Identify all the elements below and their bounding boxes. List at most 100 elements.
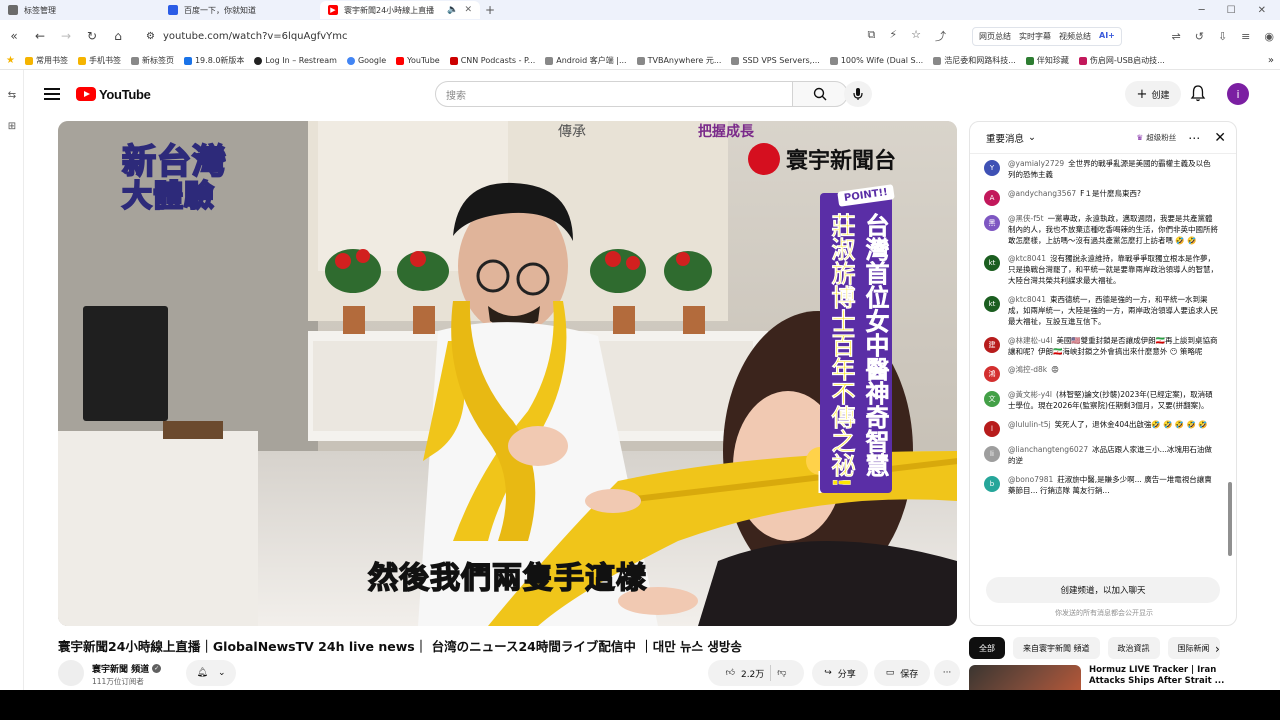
save-button[interactable]: ▭ 保存: [874, 660, 930, 686]
ext-ai-plus[interactable]: AI+: [1099, 31, 1115, 42]
chat-author-avatar[interactable]: Y: [984, 160, 1000, 176]
youtube-logo[interactable]: YouTube: [76, 87, 151, 102]
recommended-thumbnail[interactable]: [969, 665, 1081, 690]
chip-all[interactable]: 全部: [969, 637, 1005, 659]
url-field[interactable]: ⚙ youtube.com/watch?v=6lquAgfvYmc ⧉ ⚡ ☆ …: [136, 25, 956, 47]
chevron-right-icon[interactable]: ›: [1215, 642, 1220, 656]
bookmark-3[interactable]: 19.8.0新版本: [183, 55, 244, 66]
create-channel-to-chat-button[interactable]: 创建频道，以加入聊天: [986, 577, 1220, 603]
profile-icon[interactable]: ◉: [1264, 30, 1274, 43]
account-avatar[interactable]: i: [1227, 83, 1249, 105]
browser-tab-1[interactable]: 百度一下，你就知道: [160, 1, 320, 19]
close-tab-icon[interactable]: ✕: [464, 5, 472, 15]
maximize-icon[interactable]: ☐: [1227, 5, 1236, 16]
bookmark-star-icon[interactable]: ☆: [911, 28, 921, 44]
bookmark-5[interactable]: Google: [346, 56, 386, 65]
bookmark-2[interactable]: 新标签页: [130, 55, 174, 66]
browser-tab-0[interactable]: 标签管理: [0, 1, 160, 19]
bookmark-10[interactable]: SSD VPS Servers,...: [731, 56, 820, 65]
chat-author-avatar[interactable]: 鴻: [984, 366, 1000, 383]
more-actions-button[interactable]: ···: [934, 660, 960, 686]
site-info-icon[interactable]: ⚙: [146, 31, 155, 42]
menu-icon[interactable]: ≡: [1241, 30, 1250, 43]
bookmark-13[interactable]: 伴知珍藏: [1025, 55, 1069, 66]
history-icon[interactable]: ↺: [1195, 30, 1204, 43]
chat-author-name[interactable]: @黑侠-f5t: [1008, 214, 1044, 223]
chat-more-icon[interactable]: ⋯: [1188, 131, 1200, 145]
chat-author-avatar[interactable]: li: [984, 446, 1000, 463]
chat-author-name[interactable]: @黃文彬-y4l: [1008, 390, 1052, 399]
bookmark-8[interactable]: Android 客户端 |...: [545, 55, 627, 66]
home-icon[interactable]: ⌂: [110, 29, 126, 43]
chat-author-name[interactable]: @ktc8041: [1008, 254, 1046, 263]
bookmark-11[interactable]: 100% Wife (Dual S...: [829, 56, 923, 65]
chat-author-name[interactable]: @鴻控-d8k: [1008, 365, 1047, 374]
channel-avatar[interactable]: [58, 660, 84, 686]
dislike-button[interactable]: 👎︎: [777, 668, 786, 678]
ext-video-summary[interactable]: 视频总结: [1059, 31, 1091, 42]
mute-tab-icon[interactable]: 🔈: [447, 5, 458, 15]
create-button[interactable]: + 创建: [1125, 81, 1181, 107]
chat-author-name[interactable]: @林建松-u4l: [1008, 336, 1052, 345]
close-chat-icon[interactable]: ✕: [1214, 130, 1226, 146]
video-player[interactable]: 傳承 把握成長 新台灣 大體驗 寰宇新聞台 POINT!! 台灣首位女中醫神奇智…: [58, 121, 957, 626]
sidebar-collapse-icon[interactable]: «: [6, 29, 22, 43]
extensions-icon[interactable]: ⇌: [1172, 30, 1181, 43]
sidebar-add-icon[interactable]: ⊞: [0, 121, 24, 132]
more-bookmarks-icon[interactable]: »: [1268, 55, 1274, 66]
bookmark-1[interactable]: 手机书签: [77, 55, 121, 66]
sidebar-toggle-icon[interactable]: ⇆: [0, 90, 24, 101]
share-icon[interactable]: ⤴: [935, 28, 946, 44]
chip-international[interactable]: 国际新闻: [1167, 637, 1220, 659]
like-button[interactable]: 👍︎ 2.2万: [726, 667, 765, 680]
voice-search-button[interactable]: [844, 81, 872, 107]
back-icon[interactable]: ←: [32, 29, 48, 43]
chat-author-name[interactable]: @lianchangteng6027: [1008, 445, 1088, 454]
bookmark-4[interactable]: Log In – Restream: [254, 56, 337, 65]
new-tab-button[interactable]: +: [480, 3, 500, 17]
chat-author-name[interactable]: @lululin-t5j: [1008, 420, 1051, 429]
lightning-icon[interactable]: ⚡: [889, 28, 897, 44]
bookmark-12[interactable]: 浩尼委和网路科技...: [933, 55, 1016, 66]
channel-name[interactable]: 寰宇新聞 頻道 ✓: [92, 662, 162, 675]
bookmark-7[interactable]: CNN Podcasts - P...: [449, 56, 535, 65]
minimize-icon[interactable]: ─: [1199, 5, 1205, 16]
chat-mode-dropdown[interactable]: 重要消息 ⌄: [986, 131, 1036, 145]
share-button[interactable]: ↪ 分享: [812, 660, 868, 686]
bookmark-14[interactable]: 伤启网-USB启动技...: [1078, 55, 1165, 66]
downloads-icon[interactable]: ⇩: [1218, 30, 1227, 43]
chip-politics[interactable]: 政治資訊: [1107, 637, 1160, 659]
chat-author-name[interactable]: @bono7981: [1008, 475, 1053, 484]
chat-author-avatar[interactable]: 黑: [984, 214, 1000, 231]
chat-author-name[interactable]: @ktc8041: [1008, 295, 1046, 304]
search-input[interactable]: 搜索: [435, 81, 793, 107]
bookmark-6[interactable]: YouTube: [396, 56, 440, 65]
chat-author-avatar[interactable]: l: [984, 421, 1000, 438]
cast-icon[interactable]: ⧉: [868, 28, 876, 44]
favorites-star-icon[interactable]: ★: [6, 55, 15, 66]
bookmark-0[interactable]: 常用书签: [24, 55, 68, 66]
browser-tab-2[interactable]: ▶ 寰宇新聞24小時線上直播 🔈 ✕: [320, 1, 480, 19]
hamburger-menu-icon[interactable]: [44, 88, 60, 100]
recommended-video[interactable]: Hormuz LIVE Tracker | Iran Attacks Ships…: [969, 665, 1237, 690]
chat-author-avatar[interactable]: 建: [984, 336, 1000, 353]
chat-scrollbar[interactable]: [1228, 482, 1232, 556]
chat-author-name[interactable]: @andychang3567: [1008, 189, 1076, 198]
reload-icon[interactable]: ↻: [84, 29, 100, 43]
super-fan-button[interactable]: ♛ 超级粉丝: [1137, 132, 1177, 143]
chat-author-avatar[interactable]: b: [984, 475, 1000, 492]
recommended-title[interactable]: Hormuz LIVE Tracker | Iran Attacks Ships…: [1089, 665, 1237, 690]
chat-author-avatar[interactable]: A: [984, 189, 1000, 206]
chat-author-avatar[interactable]: 文: [984, 391, 1000, 408]
chat-author-avatar[interactable]: kt: [984, 296, 1000, 312]
forward-icon[interactable]: →: [58, 29, 74, 43]
ext-page-summary[interactable]: 网页总结: [979, 31, 1011, 42]
chat-author-avatar[interactable]: kt: [984, 255, 1000, 272]
bookmark-9[interactable]: TVBAnywhere 元...: [636, 55, 721, 66]
ext-live-subtitle[interactable]: 实时字幕: [1019, 31, 1051, 42]
close-window-icon[interactable]: ✕: [1258, 5, 1266, 16]
search-button[interactable]: [792, 81, 848, 107]
subscription-bell-button[interactable]: 🔔︎ ⌄: [186, 660, 236, 686]
chip-from-channel[interactable]: 来自寰宇新聞 頻道: [1013, 637, 1100, 659]
chat-author-name[interactable]: @yamialy2729: [1008, 159, 1064, 168]
